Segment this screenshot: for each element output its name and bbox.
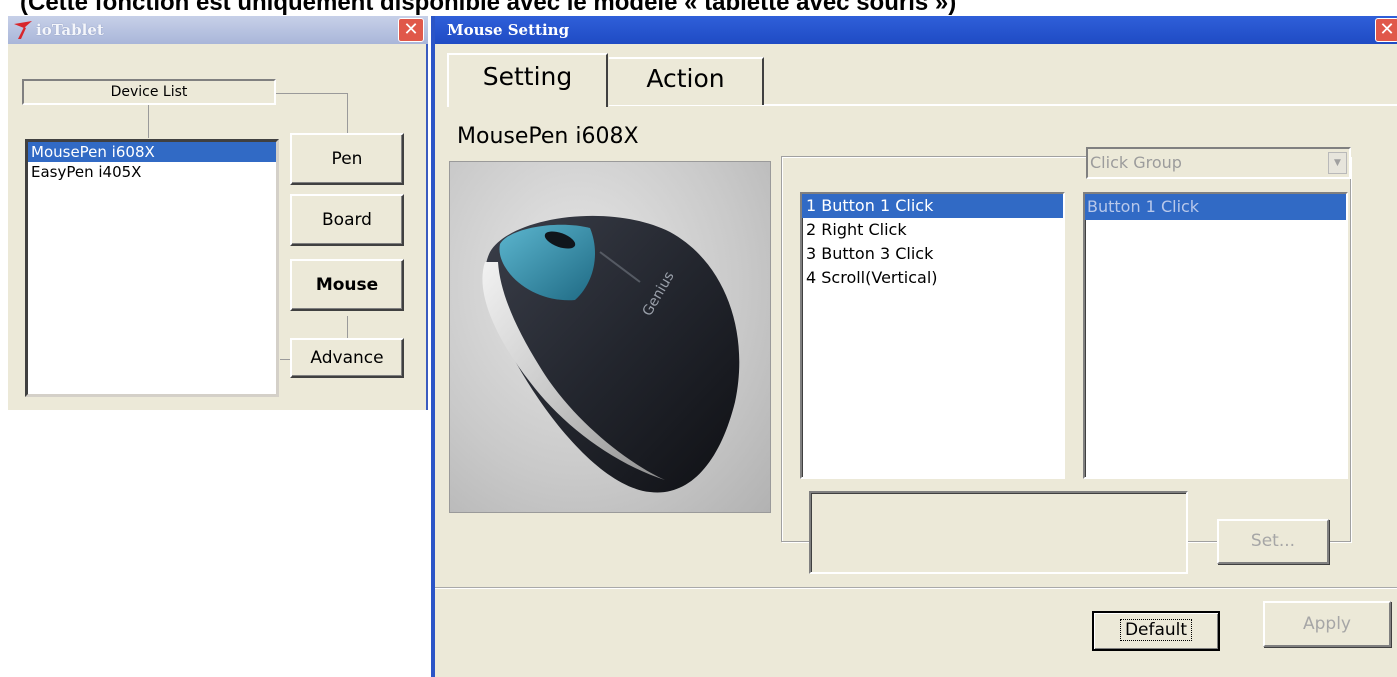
action-item-1[interactable]: 1 Button 1 Click [802, 194, 1063, 218]
device-name-label: MousePen i608X [457, 124, 639, 149]
mouse-setting-titlebar[interactable]: Mouse Setting ✕ [435, 16, 1397, 44]
iotablet-window: ioTablet ✕ Device List MousePen i608X Ea… [8, 16, 428, 410]
device-list[interactable]: MousePen i608X EasyPen i405X [24, 138, 280, 398]
click-group-select[interactable]: Click Group ▼ [1086, 147, 1351, 179]
mouse-setting-title: Mouse Setting [447, 21, 570, 39]
default-button-label: Default [1119, 619, 1193, 641]
iotablet-titlebar[interactable]: ioTablet ✕ [8, 16, 428, 44]
iotablet-close-button[interactable]: ✕ [398, 18, 424, 42]
tab-setting[interactable]: Setting [447, 53, 608, 107]
mouse-setting-window: Mouse Setting ✕ Setting Action MousePen … [431, 16, 1397, 677]
advance-button[interactable]: Advance [290, 338, 404, 378]
set-button[interactable]: Set... [1217, 519, 1329, 564]
mouse-button[interactable]: Mouse [290, 259, 404, 311]
device-list-header: Device List [22, 79, 276, 105]
device-item-easypen[interactable]: EasyPen i405X [28, 162, 276, 182]
apply-button[interactable]: Apply [1263, 601, 1391, 647]
description-box [809, 491, 1188, 574]
iotablet-logo-icon [14, 21, 32, 39]
click-group-select-value: Click Group [1090, 153, 1182, 172]
action-item-2[interactable]: 2 Right Click [802, 218, 1063, 242]
click-option-item[interactable]: Button 1 Click [1085, 194, 1346, 220]
tree-connector-left [148, 105, 149, 139]
chevron-down-icon[interactable]: ▼ [1328, 152, 1347, 174]
mouse-illustration: Genius [482, 215, 740, 493]
iotablet-title: ioTablet [36, 21, 104, 39]
page-caption: (Cette fonction est uniquement disponibl… [20, 0, 957, 15]
board-button[interactable]: Board [290, 194, 404, 246]
tree-connector-top [276, 93, 348, 123]
tab-action[interactable]: Action [609, 57, 764, 105]
mouse-photo: Genius [449, 161, 771, 513]
action-item-3[interactable]: 3 Button 3 Click [802, 242, 1063, 266]
click-option-list[interactable]: Button 1 Click [1083, 192, 1348, 479]
action-item-4[interactable]: 4 Scroll(Vertical) [802, 266, 1063, 290]
pen-button[interactable]: Pen [290, 133, 404, 185]
device-item-mousepen[interactable]: MousePen i608X [28, 142, 276, 162]
button-action-list[interactable]: 1 Button 1 Click 2 Right Click 3 Button … [800, 192, 1065, 479]
footer-divider [435, 587, 1397, 589]
mouse-setting-close-button[interactable]: ✕ [1375, 18, 1397, 42]
default-button[interactable]: Default [1092, 611, 1220, 651]
